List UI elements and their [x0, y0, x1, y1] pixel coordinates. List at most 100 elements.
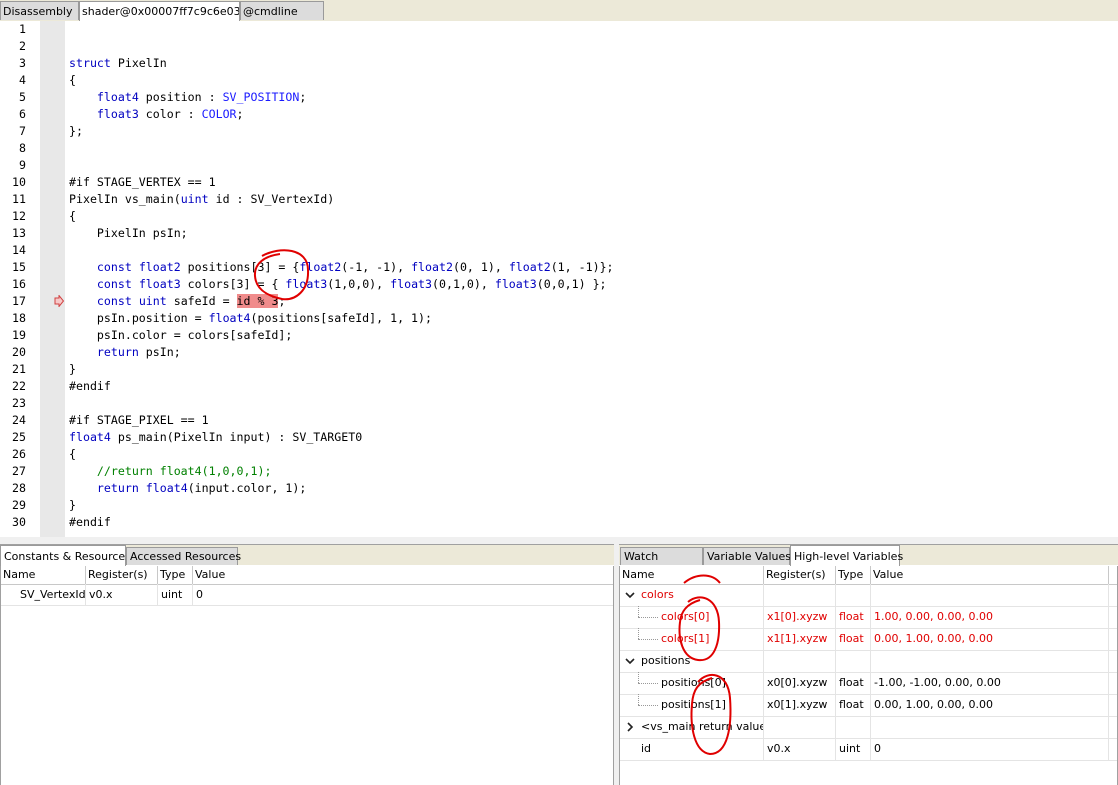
code-line[interactable]: 20 return psIn; [0, 344, 1118, 361]
row-register: x1[1].xyzw [764, 628, 836, 650]
row-value: 0.00, 1.00, 0.00, 0.00 [871, 694, 1109, 716]
current-line-arrow-icon [54, 295, 64, 307]
tree-row[interactable]: id v0.x uint 0 [620, 738, 1117, 761]
tab-variable-values[interactable]: Variable Values [703, 547, 791, 565]
row-register [764, 716, 836, 738]
code-line[interactable]: 16 const float3 colors[3] = { float3(1,0… [0, 276, 1118, 293]
code-line[interactable]: 29} [0, 497, 1118, 514]
line-number: 26 [12, 447, 26, 461]
variables-pane: Watch Variable Values High-level Variabl… [619, 544, 1118, 785]
tree-row[interactable]: colors[1] x1[1].xyzw float 0.00, 1.00, 0.00… [620, 628, 1117, 651]
tab-cmdline[interactable]: @cmdline [240, 1, 324, 20]
chevron-right-icon[interactable] [625, 722, 635, 732]
code-line[interactable]: 13 PixelIn psIn; [0, 225, 1118, 242]
code-line[interactable]: 17 const uint safeId = id % 3; [0, 293, 1118, 310]
row-type: float [836, 694, 871, 716]
tree-row[interactable]: positions[0] x0[0].xyzw float -1.00, -1.00,… [620, 672, 1117, 695]
chevron-down-icon[interactable] [625, 590, 635, 600]
code-line[interactable]: 24 #if STAGE_PIXEL == 1 [0, 412, 1118, 429]
code-editor[interactable]: 1 2 3 struct PixelIn 4{5 float4 position : S… [0, 21, 1118, 537]
code-token: float3 [494, 277, 537, 291]
code-line[interactable]: 15 const float2 positions[3] = {float2(-… [0, 259, 1118, 276]
tab-disassembly[interactable]: Disassembly [0, 1, 79, 20]
code-line[interactable]: 9 [0, 157, 1118, 174]
code-token: float3 [285, 277, 328, 291]
code-line[interactable]: 4{ [0, 72, 1118, 89]
code-line[interactable]: 14 [0, 242, 1118, 259]
tree-row[interactable]: <vs_main return value> [620, 716, 1117, 739]
code-token: } [69, 498, 76, 512]
line-number: 25 [12, 430, 26, 444]
tab-watch[interactable]: Watch [620, 547, 703, 565]
column-header-register[interactable]: Register(s) [86, 566, 158, 584]
code-line[interactable]: 10 #if STAGE_VERTEX == 1 [0, 174, 1118, 191]
code-line[interactable]: 26 { [0, 446, 1118, 463]
code-text: float4 ps_main(PixelIn input) : SV_TARGE… [69, 429, 362, 446]
code-line[interactable]: 27 //return float4(1,0,0,1); [0, 463, 1118, 480]
code-line[interactable]: 28 return float4(input.color, 1); [0, 480, 1118, 497]
code-text: { [69, 446, 76, 463]
line-number: 12 [12, 209, 26, 223]
code-token: struct [69, 56, 111, 70]
row-register [764, 650, 836, 672]
code-line[interactable]: 21} [0, 361, 1118, 378]
row-value [871, 584, 1109, 606]
row-value: 0.00, 1.00, 0.00, 0.00 [871, 628, 1109, 650]
code-line[interactable]: 22 #endif [0, 378, 1118, 395]
column-header-name[interactable]: Name [620, 566, 764, 584]
code-line[interactable]: 1 [0, 21, 1118, 38]
code-token: float4 [145, 481, 188, 495]
code-token: #endif [69, 515, 111, 529]
code-token: (positions[safeId], 1, 1); [250, 311, 432, 325]
tree-connector [638, 672, 639, 683]
row-register: v0.x [764, 738, 836, 760]
code-line[interactable]: 30 #endif [0, 514, 1118, 531]
code-line[interactable]: 6 float3 color : COLOR; [0, 106, 1118, 123]
code-text: float3 color : COLOR; [69, 106, 244, 123]
tab-shader[interactable]: shader@0x00007ff7c9c6e030 [79, 1, 240, 22]
code-line[interactable]: 12 { [0, 208, 1118, 225]
code-line[interactable]: 11 PixelIn vs_main(uint id : SV_VertexId) [0, 191, 1118, 208]
column-header-name[interactable]: Name [1, 566, 86, 584]
tree-row[interactable]: positions[1] x0[1].xyzw float 0.00, 1.00, 0… [620, 694, 1117, 717]
table-row[interactable]: SV_VertexId v0.x uint 0 [1, 584, 613, 606]
tree-connector [638, 617, 658, 618]
code-token: PixelIn [110, 56, 167, 70]
column-header-register[interactable]: Register(s) [764, 566, 836, 584]
column-header-type[interactable]: Type [158, 566, 193, 584]
column-header-value[interactable]: Value [193, 566, 613, 584]
row-type: float [836, 628, 871, 650]
code-line[interactable]: 5 float4 position : SV_POSITION; [0, 89, 1118, 106]
tree-row[interactable]: positions [620, 650, 1117, 673]
column-header-type[interactable]: Type [836, 566, 871, 584]
code-line[interactable]: 23 [0, 395, 1118, 412]
tab-constants-resources[interactable]: Constants & Resources [0, 545, 131, 566]
column-header-value[interactable]: Value [871, 566, 1109, 584]
chevron-down-icon[interactable] [625, 656, 635, 666]
line-number: 6 [19, 107, 26, 121]
code-text: //return float4(1,0,0,1); [69, 463, 272, 480]
row-register: x0[1].xyzw [764, 694, 836, 716]
code-token: { [69, 209, 76, 223]
code-line[interactable]: 7}; [0, 123, 1118, 140]
line-number: 13 [12, 226, 26, 240]
code-line[interactable]: 19 psIn.color = colors[safeId]; [0, 327, 1118, 344]
tab-high-level-variables[interactable]: High-level Variables [790, 545, 903, 566]
code-line[interactable]: 8 [0, 140, 1118, 157]
code-token: safeId = [166, 294, 237, 308]
code-token: positions[3] = { [180, 260, 300, 274]
line-number: 10 [12, 175, 26, 189]
line-number: 22 [12, 379, 26, 393]
code-line[interactable]: 25 float4 ps_main(PixelIn input) : SV_TAR… [0, 429, 1118, 446]
tab-accessed-resources[interactable]: Accessed Resources [126, 547, 241, 565]
code-line[interactable]: 18 psIn.position = float4(positions[safe… [0, 310, 1118, 327]
tree-row[interactable]: colors [620, 584, 1117, 607]
code-token: } [69, 362, 76, 376]
line-number: 19 [12, 328, 26, 342]
code-line[interactable]: 2 [0, 38, 1118, 55]
code-line[interactable]: 3 struct PixelIn [0, 55, 1118, 72]
tree-row[interactable]: colors[0] x1[0].xyzw float 1.00, 0.00, 0.00… [620, 606, 1117, 629]
